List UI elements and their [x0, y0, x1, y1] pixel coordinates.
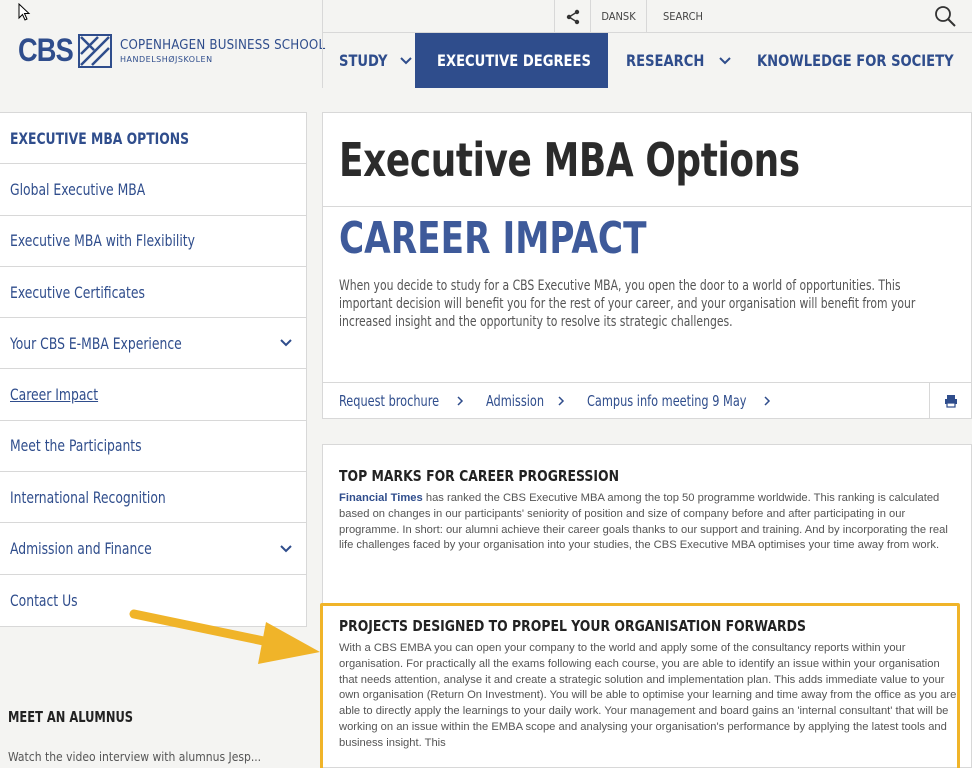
section-career-progression: TOP MARKS FOR CAREER PROGRESSION Financi… — [339, 467, 957, 554]
link-campus-info-meeting[interactable]: Campus info meeting 9 May — [587, 392, 771, 410]
chevron-down-icon — [719, 56, 731, 64]
print-button[interactable] — [929, 383, 971, 418]
sidebar-menu: EXECUTIVE MBA OPTIONS Global Executive M… — [0, 112, 307, 627]
section-body: Financial Times has ranked the CBS Execu… — [339, 492, 948, 552]
utility-bar: DANSK SEARCH — [322, 0, 972, 33]
sidebar-item-international-recognition[interactable]: International Recognition — [0, 472, 306, 524]
site-header: CBS COPENHAGEN BUSINESS SCHOOL HANDELSHØ… — [0, 0, 972, 88]
page-subtitle: CAREER IMPACT — [339, 213, 647, 264]
search-field[interactable]: SEARCH — [663, 0, 703, 33]
intro-text: When you decide to study for a CBS Execu… — [339, 278, 916, 330]
nav-study[interactable]: STUDY — [323, 33, 415, 88]
page-title: Executive MBA Options — [323, 113, 971, 207]
quick-links: Request brochure Admission Campus info m… — [323, 382, 971, 418]
sidebar-item-emba-experience[interactable]: Your CBS E-MBA Experience — [0, 318, 306, 370]
chevron-down-icon — [400, 56, 412, 64]
search-icon[interactable] — [933, 4, 957, 28]
chevron-right-icon — [764, 395, 771, 406]
highlight-box — [320, 603, 960, 768]
cbs-logo[interactable]: CBS COPENHAGEN BUSINESS SCHOOL HANDELSHØ… — [18, 32, 353, 69]
print-icon — [944, 394, 957, 408]
link-request-brochure[interactable]: Request brochure — [339, 392, 464, 410]
section-title: TOP MARKS FOR CAREER PROGRESSION — [339, 467, 620, 485]
main-content: Executive MBA Options CAREER IMPACT When… — [322, 112, 972, 419]
sidebar-item-meet-participants[interactable]: Meet the Participants — [0, 421, 306, 473]
sidebar-item-executive-mba-flexibility[interactable]: Executive MBA with Flexibility — [0, 216, 306, 267]
chevron-down-icon[interactable] — [280, 544, 292, 553]
sidebar-heading[interactable]: EXECUTIVE MBA OPTIONS — [0, 113, 306, 165]
sidebar-item-global-executive-mba[interactable]: Global Executive MBA — [0, 164, 306, 216]
nav-executive-degrees[interactable]: EXECUTIVE DEGREES — [414, 33, 608, 88]
logo-abbreviation: CBS — [18, 32, 74, 68]
logo-name: COPENHAGEN BUSINESS SCHOOL — [120, 37, 326, 53]
link-admission[interactable]: Admission — [486, 392, 565, 410]
financial-times-link[interactable]: Financial Times — [339, 492, 423, 504]
share-button[interactable] — [554, 0, 591, 33]
nav-knowledge-for-society[interactable]: KNOWLEDGE FOR SOCIETY — [738, 33, 972, 88]
sidebar-item-admission-finance[interactable]: Admission and Finance — [0, 523, 306, 575]
sidebar-item-career-impact[interactable]: Career Impact — [0, 369, 306, 421]
nav-research[interactable]: RESEARCH — [608, 33, 738, 88]
sidebar-item-executive-certificates[interactable]: Executive Certificates — [0, 267, 306, 319]
main-navigation: STUDY EXECUTIVE DEGREES RESEARCH KNOWLED… — [322, 33, 972, 88]
chevron-right-icon — [558, 395, 565, 406]
annotation-arrow-icon — [129, 609, 320, 664]
mouse-cursor-icon — [18, 3, 31, 21]
alumnus-text[interactable]: Watch the video interview with alumnus J… — [8, 750, 261, 764]
logo-subtitle: HANDELSHØJSKOLEN — [120, 55, 213, 64]
alumnus-heading: MEET AN ALUMNUS — [8, 708, 134, 726]
language-switch[interactable]: DANSK — [591, 0, 647, 33]
share-icon — [566, 9, 579, 24]
chevron-down-icon[interactable] — [280, 339, 292, 347]
logo-emblem-icon — [78, 33, 112, 68]
chevron-right-icon — [457, 395, 464, 406]
